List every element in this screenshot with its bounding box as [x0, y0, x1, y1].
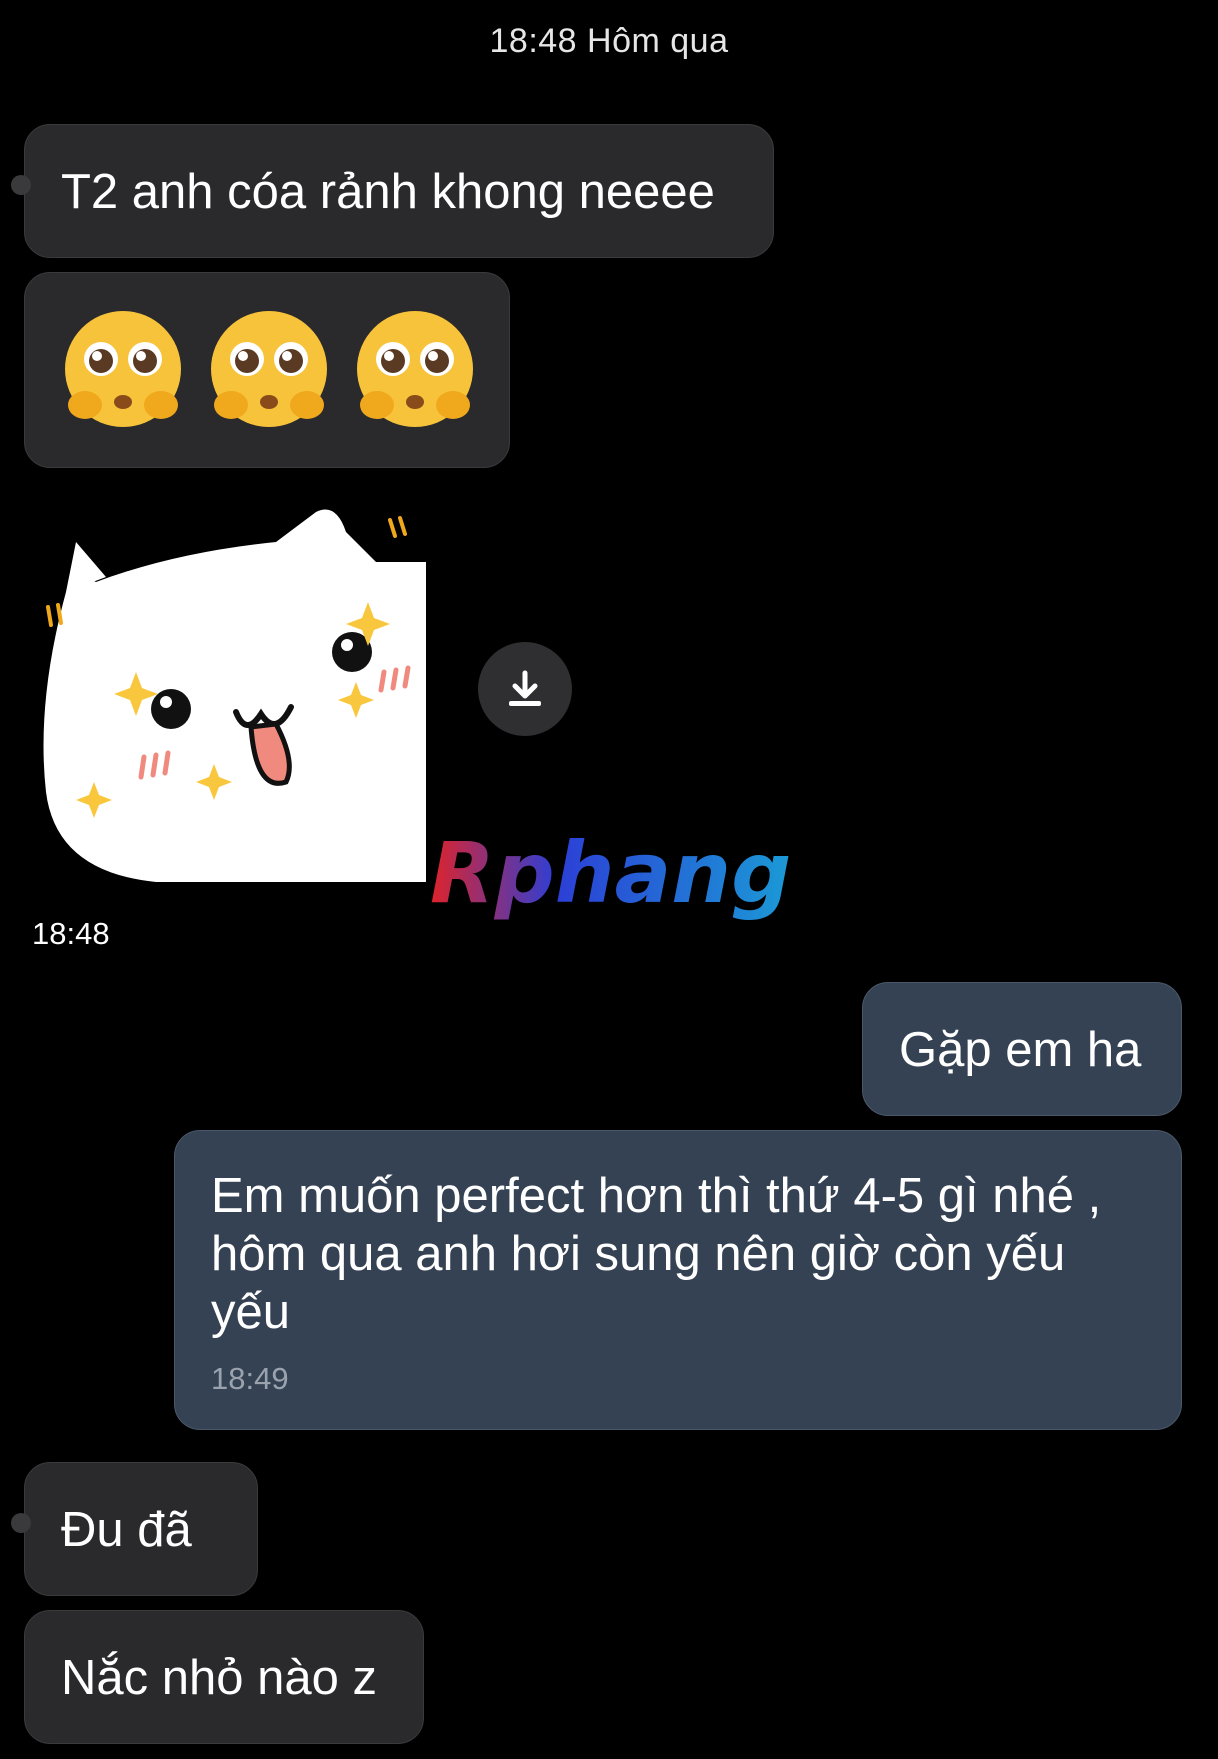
- cat-sticker[interactable]: [36, 502, 436, 882]
- incoming-message-bubble[interactable]: Nắc nhỏ nào z: [24, 1610, 424, 1744]
- avatar: [11, 175, 31, 195]
- watermark-logo: Rphang: [430, 824, 791, 922]
- pleading-face-icon: [357, 311, 473, 427]
- incoming-emoji-bubble[interactable]: [24, 272, 510, 468]
- download-icon: [509, 670, 541, 706]
- message-text: Đu đã: [61, 1503, 192, 1557]
- message-text: Nắc nhỏ nào z: [61, 1651, 377, 1705]
- download-button[interactable]: [478, 642, 572, 736]
- svg-text:Rphang: Rphang: [430, 824, 791, 922]
- message-timestamp: 18:48: [24, 914, 118, 954]
- pleading-face-icon: [65, 311, 181, 427]
- date-separator: 18:48 Hôm qua: [489, 22, 729, 60]
- message-text: Em muốn perfect hơn thì thứ 4-5 gì nhé ,…: [211, 1169, 1102, 1339]
- message-text: Gặp em ha: [899, 1023, 1142, 1077]
- outgoing-message-bubble[interactable]: Gặp em ha: [862, 982, 1182, 1116]
- message-text: T2 anh cóa rảnh khong neeee: [61, 165, 715, 219]
- incoming-message-bubble[interactable]: T2 anh cóa rảnh khong neeee: [11, 124, 774, 258]
- message-timestamp: 18:49: [211, 1361, 289, 1396]
- avatar: [11, 1513, 31, 1533]
- incoming-message-bubble[interactable]: Đu đã: [11, 1462, 258, 1596]
- pleading-face-icon: [211, 311, 327, 427]
- outgoing-message-bubble[interactable]: Em muốn perfect hơn thì thứ 4-5 gì nhé ,…: [174, 1130, 1182, 1430]
